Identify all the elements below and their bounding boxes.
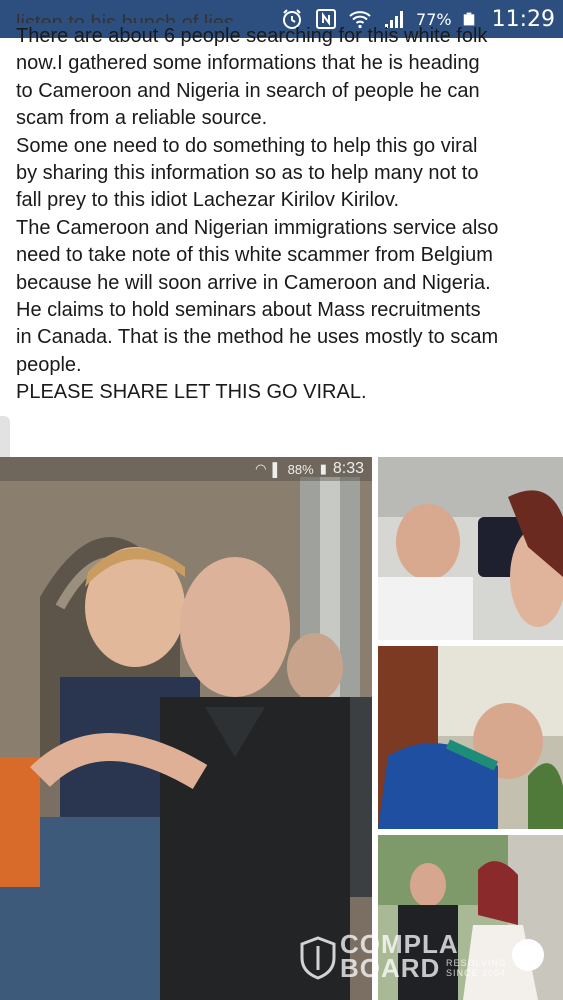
post-line-cut: listen to his bunch of lies. [16, 12, 240, 23]
post-line: The Cameroon and Nigerian immigrations s… [16, 216, 499, 239]
shield-logo-icon [300, 936, 336, 980]
post-body: listen to his bunch of lies. There are a… [16, 12, 556, 407]
post-line: need to take note of this white scammer … [16, 244, 493, 267]
post-line: Some one need to do something to help th… [16, 134, 478, 157]
photo-thumb-green-shirt-illustration [378, 646, 563, 829]
watermark-sub-2: SINCE 2004 [446, 968, 507, 978]
post-line: by sharing this information so as to hel… [16, 162, 479, 185]
post-line: fall prey to this idiot Lachezar Kirilov… [16, 189, 400, 212]
watermark-sub-1: RESOLVING [446, 958, 507, 968]
post-line: people. [16, 353, 82, 376]
post-line: PLEASE SHARE LET THIS GO VIRAL. [16, 381, 367, 404]
photo-thumb-car-illustration [378, 457, 563, 640]
post-line: There are about 6 people searching for t… [16, 25, 488, 47]
photo-status-bar: ◠ ▌ 88% ▮ 8:33 [0, 457, 372, 481]
photo-main[interactable]: ◠ ▌ 88% ▮ 8:33 [0, 457, 372, 1000]
post-line: now.I gathered some informations that he… [16, 52, 480, 75]
photo-signal-icon: ▌ [272, 461, 282, 477]
watermark-line-2: BOARD [340, 953, 441, 983]
post-line: scam from a reliable source. [16, 107, 268, 130]
photo-clock: 8:33 [332, 460, 364, 477]
post-line: because he will soon arrive in Cameroon … [16, 271, 491, 294]
post-line: to Cameroon and Nigeria in search of peo… [16, 79, 480, 102]
photo-thumb-green-shirt[interactable] [378, 646, 563, 829]
post-line: He claims to hold seminars about Mass re… [16, 299, 481, 322]
photo-battery-percent: 88% [287, 461, 314, 477]
photo-main-illustration [0, 457, 372, 1000]
photo-battery-icon: ▮ [319, 461, 327, 476]
watermark-text: COMPLA BOARD [340, 931, 459, 983]
complaints-board-watermark: COMPLA BOARD RESOLVING SINCE 2004 [300, 930, 560, 990]
watermark-subtitle: RESOLVING SINCE 2004 [446, 958, 507, 978]
photo-wifi-icon: ◠ [255, 461, 267, 476]
photo-thumb-car[interactable] [378, 457, 563, 640]
post-line: in Canada. That is the method he uses mo… [16, 326, 499, 349]
